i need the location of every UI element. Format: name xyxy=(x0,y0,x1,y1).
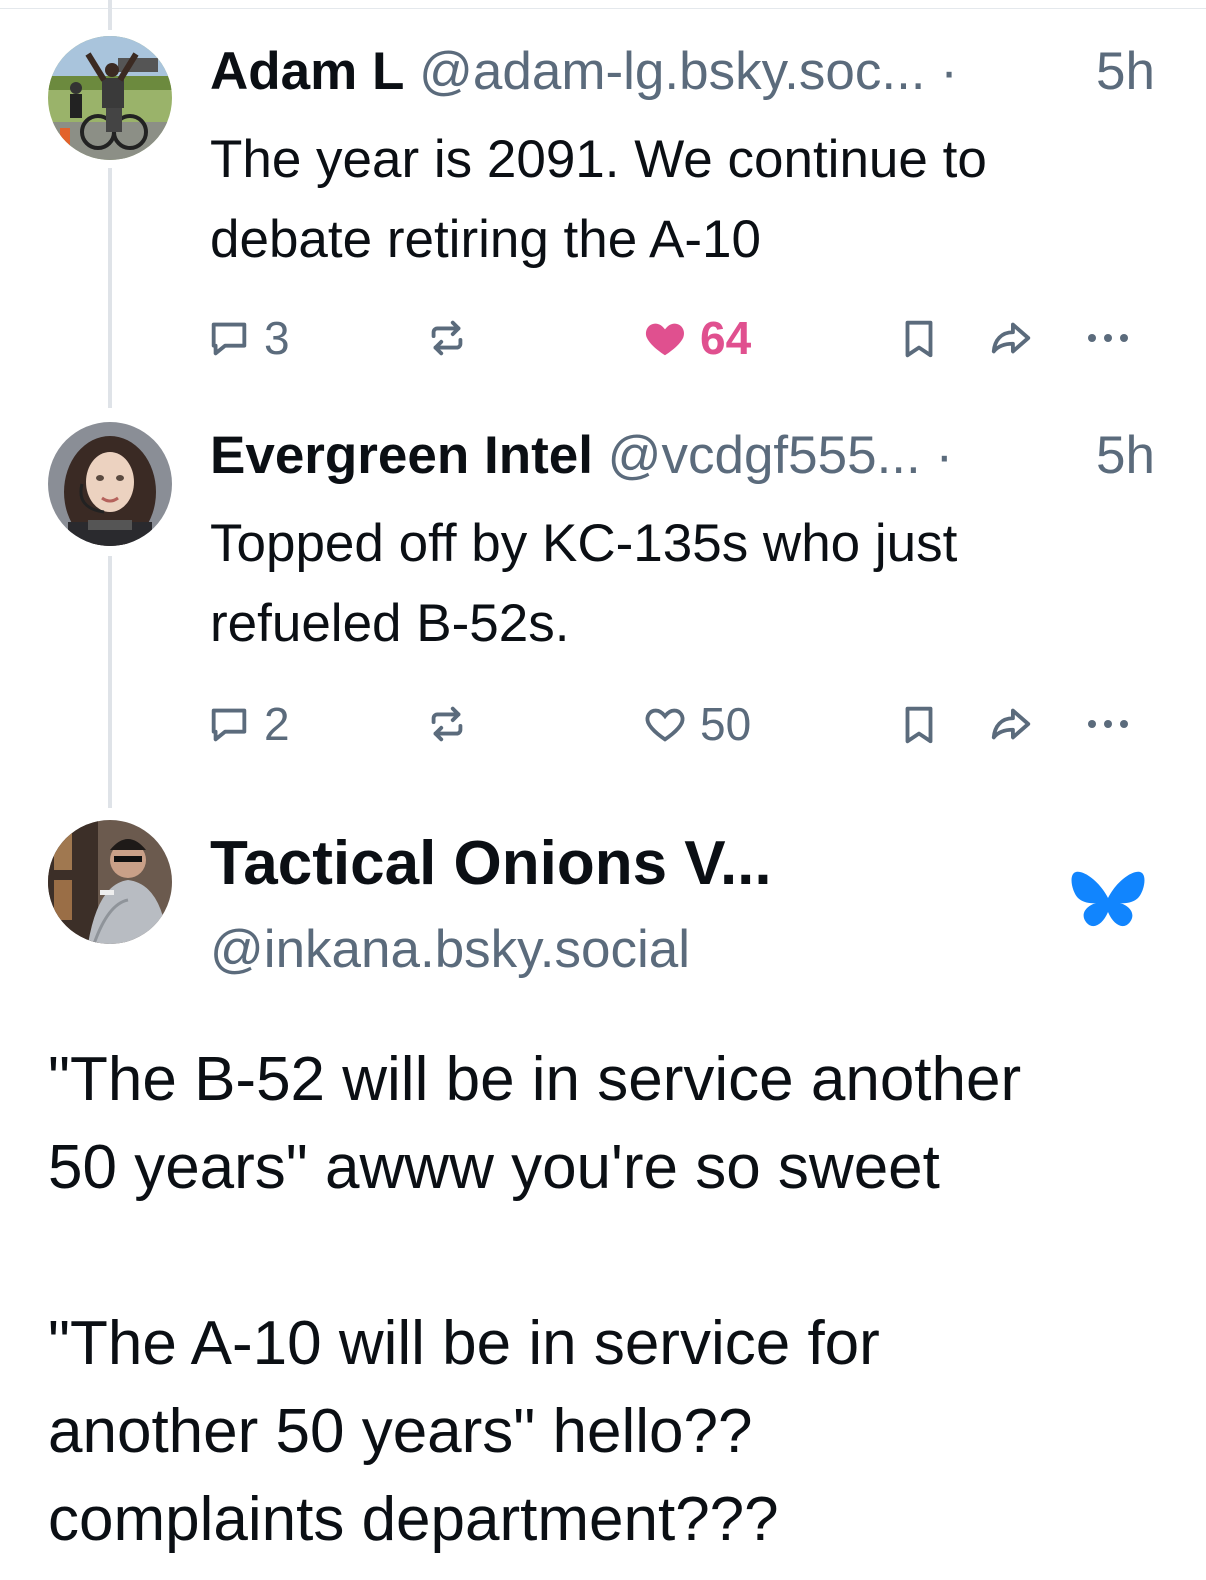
more-options-button[interactable] xyxy=(1084,308,1132,368)
more-dots-icon xyxy=(1084,328,1132,348)
post-timestamp[interactable]: 5h xyxy=(1096,40,1155,104)
reply-bubble-icon xyxy=(206,315,252,361)
reply-button[interactable]: 3 xyxy=(206,308,290,368)
author-display-name[interactable]: Tactical Onions V... xyxy=(210,828,772,900)
avatar[interactable] xyxy=(48,422,172,546)
avatar[interactable] xyxy=(48,820,172,944)
bluesky-butterfly-icon xyxy=(1070,868,1146,938)
author-handle[interactable]: @inkana.bsky.social xyxy=(210,918,690,982)
post-actions: 3 64 xyxy=(206,308,1146,368)
heart-icon xyxy=(642,701,688,747)
thread-connector-line xyxy=(108,556,112,808)
post-text-line: debate retiring the A-10 xyxy=(210,210,761,269)
repost-icon xyxy=(424,315,470,361)
share-button[interactable] xyxy=(986,308,1036,368)
author-handle[interactable]: @adam-lg.bsky.soc... xyxy=(419,42,925,101)
repost-button[interactable] xyxy=(424,694,470,754)
heart-icon xyxy=(642,315,688,361)
bookmark-button[interactable] xyxy=(896,308,942,368)
post-header: Evergreen Intel @vcdgf555... · 5h xyxy=(210,424,1155,488)
post-text-line: another 50 years" hello?? xyxy=(48,1397,753,1466)
like-count: 64 xyxy=(700,312,752,364)
meta-separator: · xyxy=(935,426,954,485)
repost-icon xyxy=(424,701,470,747)
post-body: "The B-52 will be in service another 50 … xyxy=(48,1036,1168,1564)
more-dots-icon xyxy=(1084,714,1132,734)
post-text-line: "The B-52 will be in service another xyxy=(48,1045,1022,1114)
like-button[interactable]: 64 xyxy=(642,308,751,368)
post-timestamp[interactable]: 5h xyxy=(1096,424,1155,488)
post-header: Adam L @adam-lg.bsky.soc... · 5h xyxy=(210,40,1155,104)
post-text-line: The year is 2091. We continue to xyxy=(210,130,987,189)
share-arrow-icon xyxy=(986,701,1036,747)
post-text-line: "The A-10 will be in service for xyxy=(48,1309,880,1378)
like-count: 50 xyxy=(700,698,752,750)
share-button[interactable] xyxy=(986,694,1036,754)
meta-separator: · xyxy=(940,42,958,101)
avatar[interactable] xyxy=(48,36,172,160)
repost-button[interactable] xyxy=(424,308,470,368)
reply-count: 3 xyxy=(264,312,290,364)
post-actions: 2 50 xyxy=(206,694,1146,754)
more-options-button[interactable] xyxy=(1084,694,1132,754)
bookmark-icon xyxy=(896,701,942,747)
top-divider xyxy=(0,8,1206,9)
bookmark-button[interactable] xyxy=(896,694,942,754)
post-text: Topped off by KC-135s who just refueled … xyxy=(210,504,1170,664)
reply-button[interactable]: 2 xyxy=(206,694,290,754)
like-button[interactable]: 50 xyxy=(642,694,751,754)
post-paragraph: "The B-52 will be in service another 50 … xyxy=(48,1036,1168,1212)
post-text: The year is 2091. We continue to debate … xyxy=(210,120,1170,280)
share-arrow-icon xyxy=(986,315,1036,361)
reply-bubble-icon xyxy=(206,701,252,747)
post-text-line: complaints department??? xyxy=(48,1485,779,1554)
reply-count: 2 xyxy=(264,698,290,750)
author-display-name[interactable]: Evergreen Intel xyxy=(210,426,593,485)
bookmark-icon xyxy=(896,315,942,361)
post-text-line: 50 years" awww you're so sweet xyxy=(48,1133,940,1202)
thread-connector-line xyxy=(108,0,112,30)
author-display-name[interactable]: Adam L xyxy=(210,42,404,101)
post-text-line: Topped off by KC-135s who just xyxy=(210,514,958,573)
post-paragraph: "The A-10 will be in service for another… xyxy=(48,1300,1168,1564)
author-handle[interactable]: @vcdgf555... xyxy=(608,426,921,485)
post-text-line: refueled B-52s. xyxy=(210,594,570,653)
thread-connector-line xyxy=(108,168,112,408)
